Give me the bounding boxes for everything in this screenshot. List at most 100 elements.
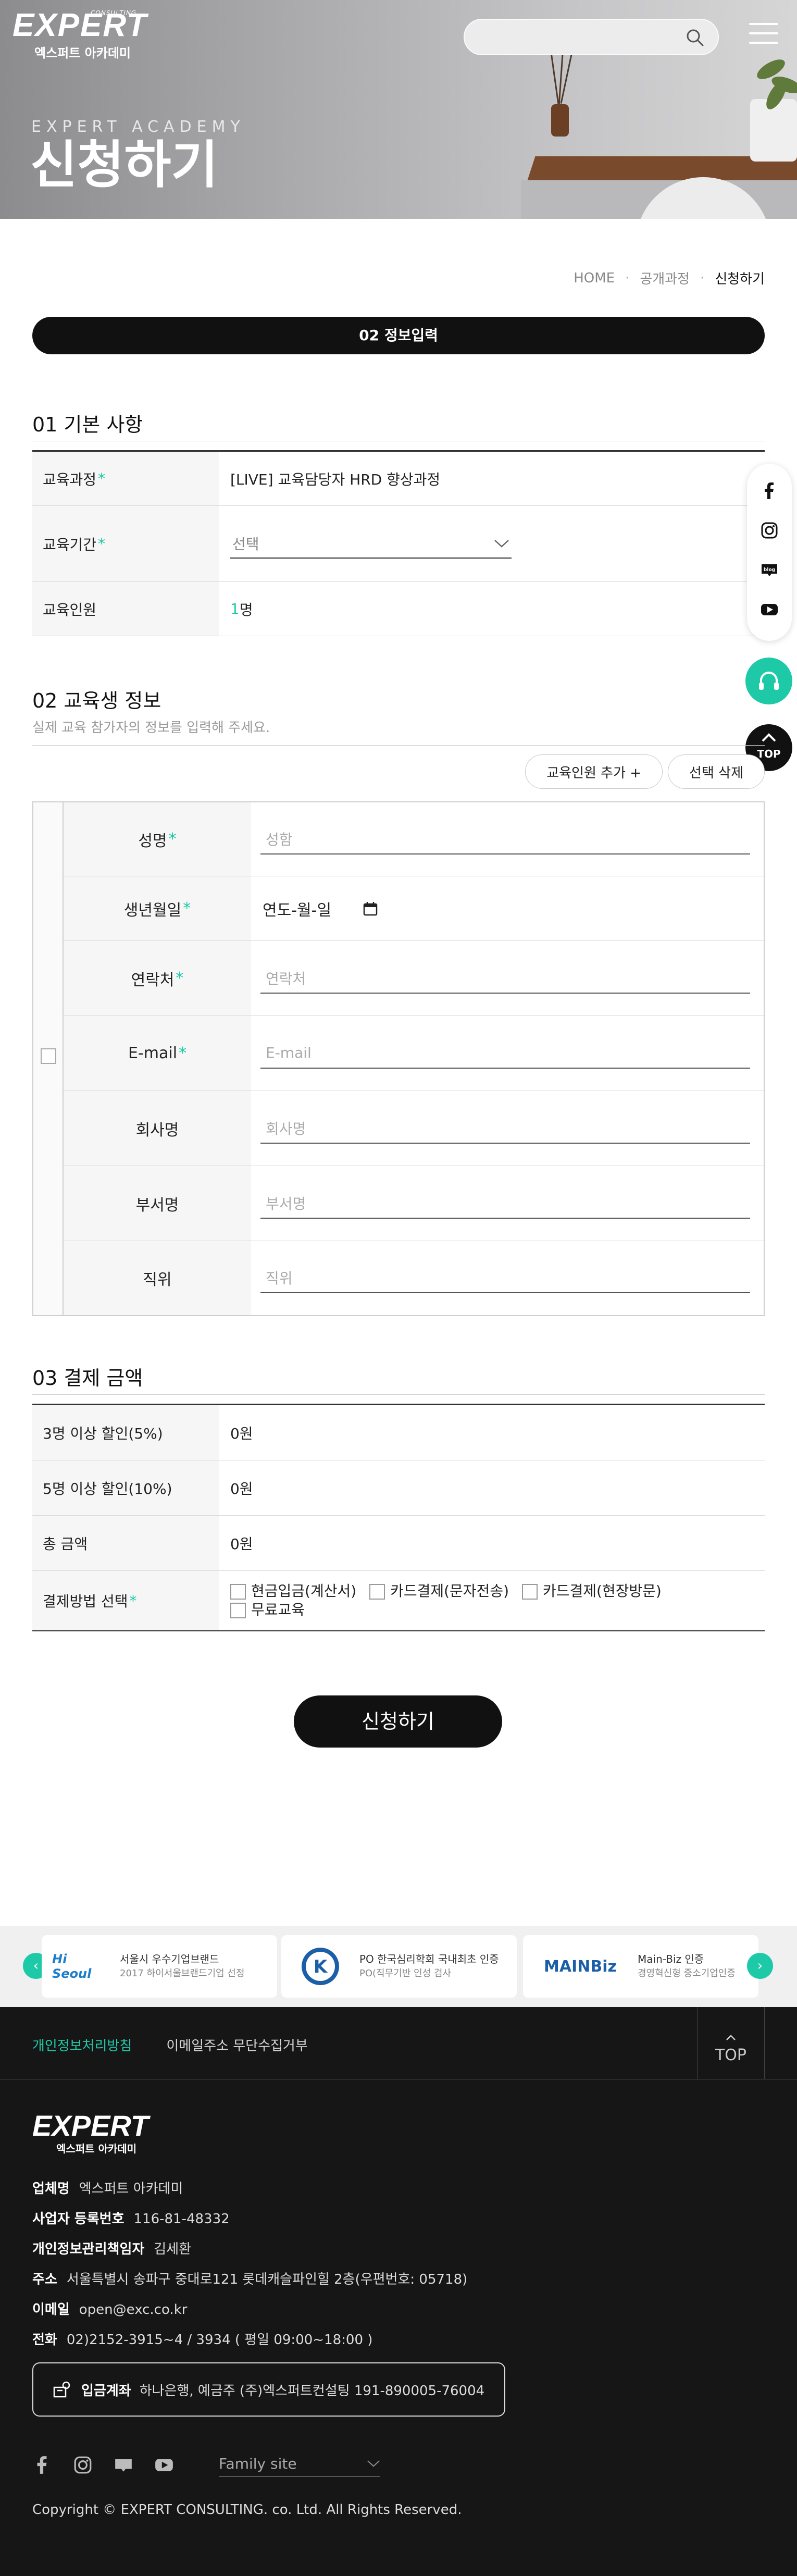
birth-date-value: 연도-월-일 bbox=[263, 901, 332, 920]
instagram-icon[interactable] bbox=[73, 2455, 93, 2475]
facebook-icon[interactable] bbox=[32, 2455, 52, 2475]
course-value: [LIVE] 교육담당자 HRD 향상과정 bbox=[230, 470, 441, 488]
bank-account-box: 입금계좌 하나은행, 예금주 (주)엑스퍼트컨설팅 191-890005-760… bbox=[32, 2362, 505, 2417]
course-row: 교육과정 * [LIVE] 교육담당자 HRD 향상과정 bbox=[32, 452, 765, 506]
period-select-placeholder: 선택 bbox=[232, 535, 259, 553]
search-box[interactable] bbox=[464, 19, 719, 55]
dept-input[interactable]: 부서명 bbox=[260, 1188, 750, 1219]
hero-eyebrow: EXPERT ACADEMY bbox=[31, 118, 245, 136]
social-side-bar: blog bbox=[747, 464, 792, 641]
footer-top-button[interactable]: TOP bbox=[697, 2007, 765, 2079]
logo-tagline: CONSULTING bbox=[91, 9, 137, 17]
submit-button[interactable]: 신청하기 bbox=[294, 1695, 502, 1748]
email-label: E-mail * bbox=[64, 1016, 251, 1091]
bank-label: 입금계좌 bbox=[81, 2383, 131, 2399]
partner-card[interactable]: MAINBiz Main-Biz 인증 경영혁신형 중소기업인증 bbox=[523, 1935, 758, 1998]
chevron-up-icon bbox=[726, 2035, 736, 2040]
position-label: 직위 bbox=[64, 1241, 251, 1315]
carousel-next-icon[interactable]: › bbox=[747, 1953, 773, 1979]
trainee-row-checkbox[interactable] bbox=[41, 1048, 56, 1064]
birth-date-input[interactable]: 연도-월-일 bbox=[260, 897, 378, 920]
total-label: 총 금액 bbox=[32, 1516, 219, 1570]
svg-text:K: K bbox=[314, 1956, 328, 1977]
site-logo[interactable]: EXPERT CONSULTING 엑스퍼트 아카데미 bbox=[13, 9, 147, 61]
pay-option-checkbox[interactable] bbox=[230, 1603, 246, 1618]
copyright: Copyright © EXPERT CONSULTING. co. Ltd. … bbox=[32, 2502, 462, 2518]
pay-method-row: 결제방법 선택 * 현금입금(계산서) 카드결제(문자전송) 카드결제(현장방문)… bbox=[32, 1571, 765, 1631]
pay-option-card-onsite[interactable]: 카드결제(현장방문) bbox=[521, 1582, 662, 1600]
discount-3-row: 3명 이상 할인(5%) 0원 bbox=[32, 1405, 765, 1460]
discount-5-row: 5명 이상 할인(10%) 0원 bbox=[32, 1460, 765, 1516]
instagram-icon[interactable] bbox=[760, 521, 779, 540]
dept-row: 부서명 부서명 bbox=[64, 1166, 764, 1241]
youtube-icon[interactable] bbox=[760, 600, 779, 619]
breadcrumb-current: 신청하기 bbox=[715, 271, 765, 287]
pay-option-free[interactable]: 무료교육 bbox=[230, 1601, 305, 1618]
discount-5-label: 5명 이상 할인(10%) bbox=[32, 1460, 219, 1515]
partner-carousel: ‹ Hi Seoul 서울시 우수기업브랜드 2017 하이서울브랜드기업 선정 … bbox=[0, 1926, 797, 2007]
delete-selected-button[interactable]: 선택 삭제 bbox=[668, 754, 765, 789]
footer-logo: EXPERT 엑스퍼트 아카데미 bbox=[32, 2111, 148, 2156]
discount-5-value: 0원 bbox=[230, 1480, 253, 1497]
svg-text:blog: blog bbox=[764, 567, 775, 573]
phone-label: 연락처 * bbox=[64, 941, 251, 1015]
youtube-icon[interactable] bbox=[154, 2455, 174, 2475]
breadcrumb-open-courses[interactable]: 공개과정 bbox=[640, 268, 690, 288]
pay-option-checkbox[interactable] bbox=[369, 1584, 385, 1600]
diffuser-bottle bbox=[551, 104, 569, 137]
chevron-down-icon bbox=[367, 2460, 380, 2467]
info-biz-number: 사업자 등록번호 116-81-48332 bbox=[32, 2211, 230, 2227]
partner-card[interactable]: K PO 한국심리학회 국내최초 인증 PO(직무기반 인성 검사 bbox=[281, 1935, 517, 1998]
dept-label: 부서명 bbox=[64, 1166, 251, 1241]
bank-value: 하나은행, 예금주 (주)엑스퍼트컨설팅 191-890005-76004 bbox=[139, 2383, 485, 2399]
total-row: 총 금액 0원 bbox=[32, 1516, 765, 1571]
trainee-actions: 교육인원 추가 + 선택 삭제 bbox=[525, 754, 765, 789]
page-title: 신청하기 bbox=[30, 135, 218, 195]
search-icon[interactable] bbox=[686, 28, 704, 47]
partner-card[interactable]: Hi Seoul 서울시 우수기업브랜드 2017 하이서울브랜드기업 선정 bbox=[42, 1935, 277, 1998]
headset-icon bbox=[759, 672, 779, 690]
consult-headset-button[interactable] bbox=[745, 658, 792, 704]
search-input[interactable] bbox=[477, 27, 675, 48]
payment-table: 3명 이상 할인(5%) 0원 5명 이상 할인(10%) 0원 총 금액 0원… bbox=[32, 1404, 765, 1631]
period-label: 교육기간 * bbox=[32, 506, 219, 581]
hero-banner: EXPERT CONSULTING 엑스퍼트 아카데미 EXPERT ACADE… bbox=[0, 0, 797, 219]
blog-icon[interactable]: blog bbox=[760, 561, 779, 579]
privacy-policy-link[interactable]: 개인정보처리방침 bbox=[32, 2035, 132, 2054]
period-select[interactable]: 선택 bbox=[230, 529, 512, 559]
add-trainee-button[interactable]: 교육인원 추가 + bbox=[525, 754, 663, 789]
name-row: 성명 * 성함 bbox=[64, 802, 764, 876]
calendar-icon[interactable] bbox=[363, 901, 378, 917]
footer-links: 개인정보처리방침 이메일주소 무단수집거부 bbox=[32, 2035, 308, 2054]
course-label: 교육과정 * bbox=[32, 452, 219, 505]
pay-option-card-sms[interactable]: 카드결제(문자전송) bbox=[369, 1582, 509, 1600]
chevron-down-icon bbox=[494, 539, 509, 548]
hamburger-menu-icon[interactable] bbox=[749, 23, 778, 46]
email-input[interactable]: E-mail bbox=[260, 1038, 750, 1069]
breadcrumb-home[interactable]: HOME bbox=[574, 270, 615, 286]
birth-row: 생년월일 * 연도-월-일 bbox=[64, 876, 764, 941]
phone-input[interactable]: 연락처 bbox=[260, 963, 750, 994]
email-refusal-link[interactable]: 이메일주소 무단수집거부 bbox=[166, 2035, 307, 2054]
pay-option-checkbox[interactable] bbox=[230, 1584, 246, 1600]
name-input[interactable]: 성함 bbox=[260, 824, 750, 854]
total-value: 0원 bbox=[230, 1535, 253, 1553]
info-email: 이메일 open@exc.co.kr bbox=[32, 2302, 188, 2318]
pay-method-label: 결제방법 선택 * bbox=[32, 1571, 219, 1630]
facebook-icon[interactable] bbox=[760, 481, 779, 500]
people-row: 교육인원 1명 bbox=[32, 582, 765, 636]
name-label: 성명 * bbox=[64, 802, 251, 876]
footer-top-label: TOP bbox=[715, 2046, 747, 2064]
position-input[interactable]: 직위 bbox=[260, 1263, 750, 1293]
pay-option-cash[interactable]: 현금입금(계산서) bbox=[230, 1582, 356, 1600]
blog-icon[interactable] bbox=[114, 2455, 133, 2475]
step-indicator: 02 정보입력 bbox=[32, 317, 765, 354]
phone-row: 연락처 * 연락처 bbox=[64, 941, 764, 1016]
pay-option-checkbox[interactable] bbox=[521, 1584, 538, 1600]
position-row: 직위 직위 bbox=[64, 1241, 764, 1315]
family-site-select[interactable]: Family site bbox=[219, 2451, 380, 2477]
company-input[interactable]: 회사명 bbox=[260, 1113, 750, 1144]
pay-method-options: 현금입금(계산서) 카드결제(문자전송) 카드결제(현장방문) 무료교육 bbox=[230, 1574, 670, 1628]
trainee-select-column bbox=[33, 802, 64, 1315]
period-row: 교육기간 * 선택 bbox=[32, 506, 765, 582]
